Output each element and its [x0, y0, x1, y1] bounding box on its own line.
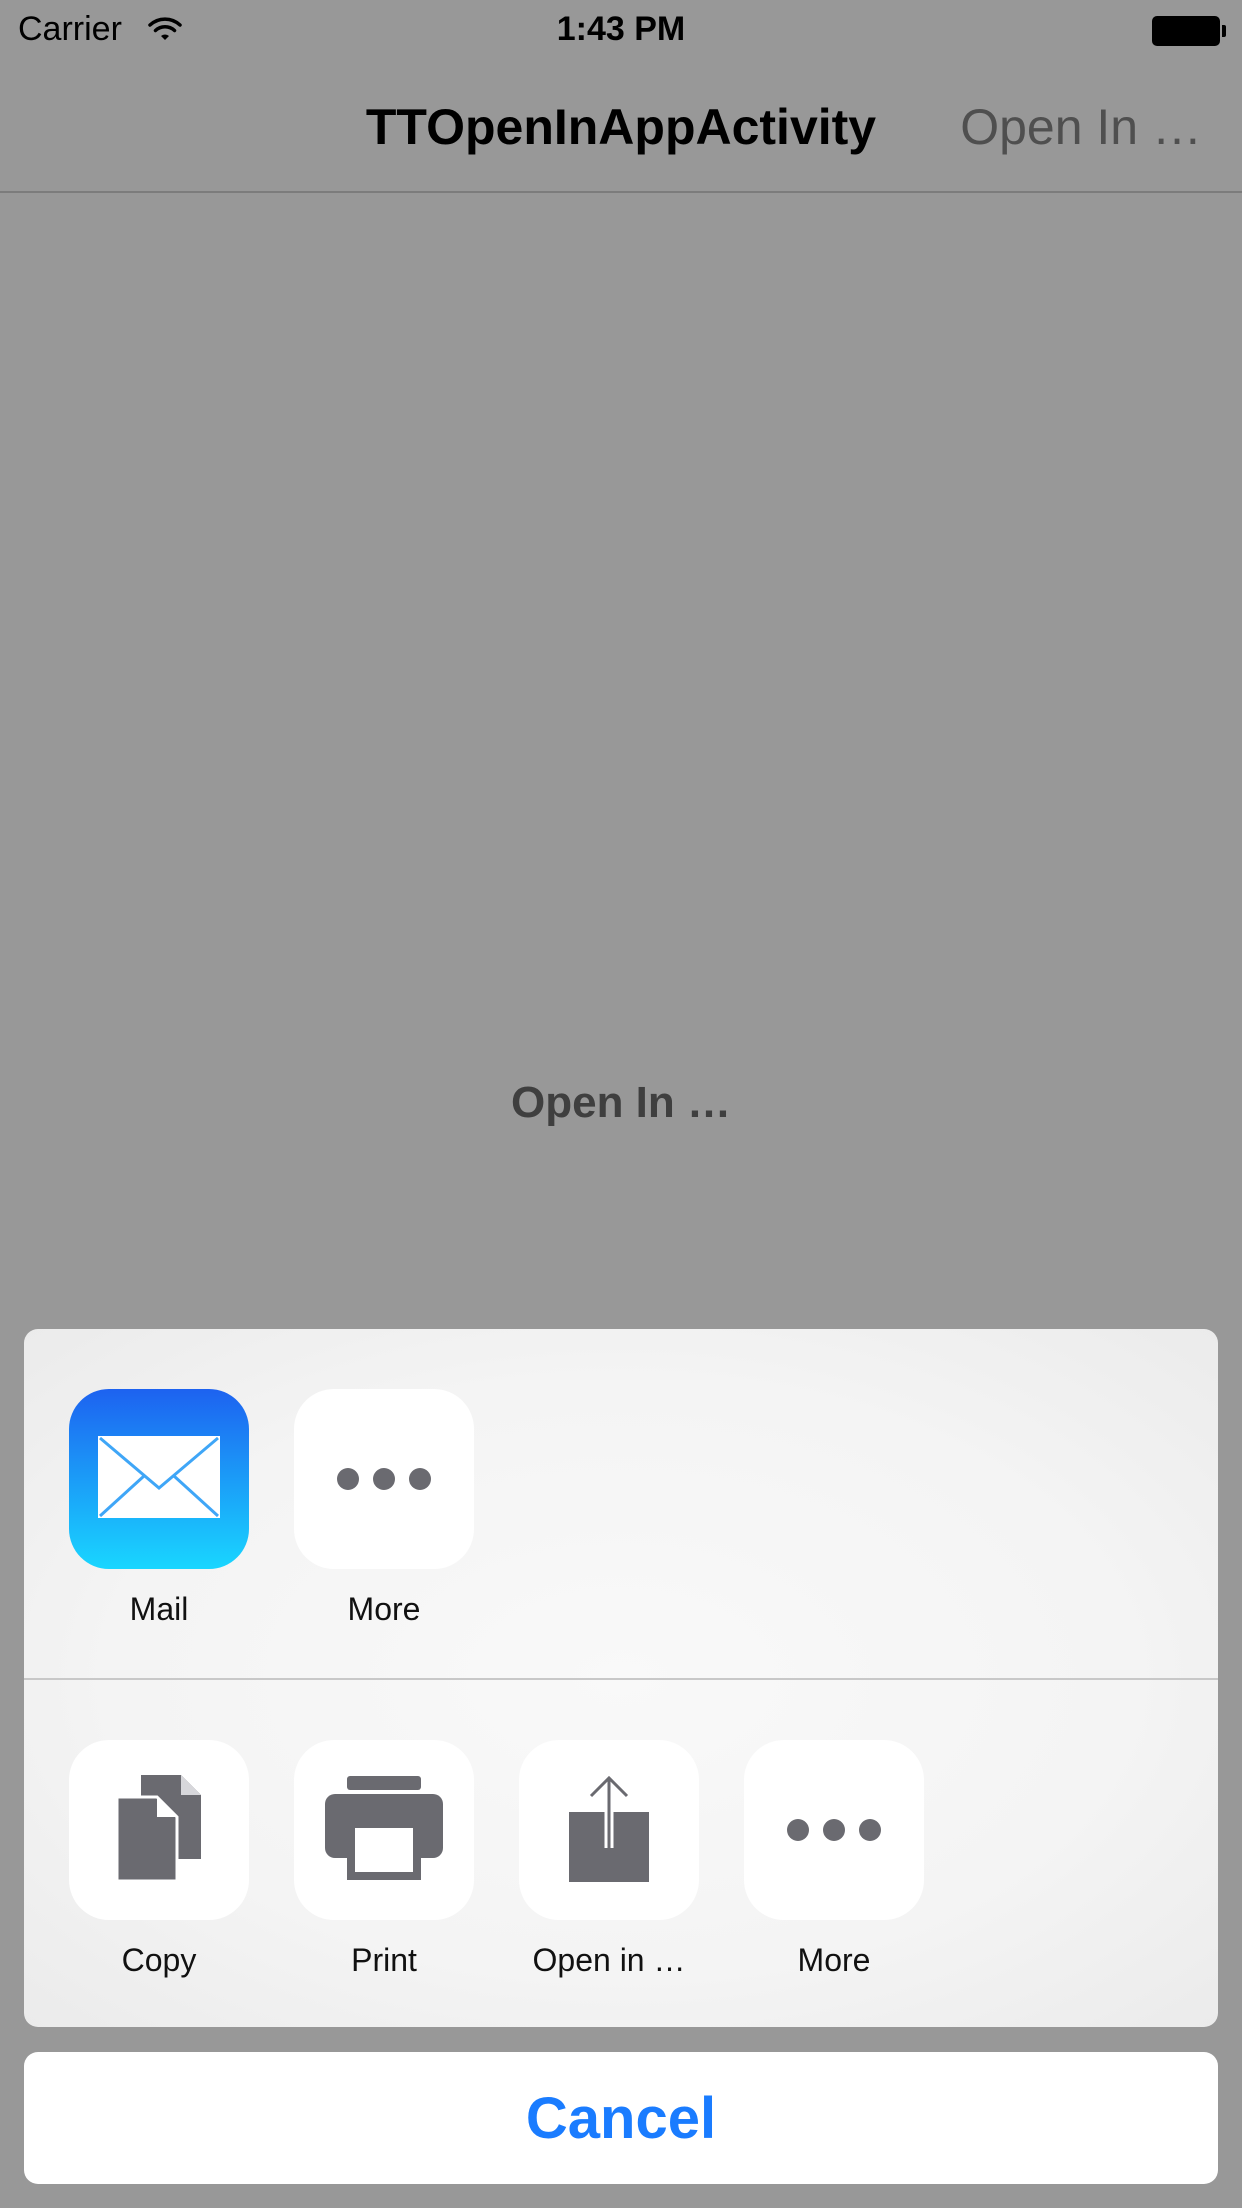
open-in-label: Open in … [532, 1942, 686, 1978]
status-bar: Carrier 1:43 PM [0, 0, 1242, 60]
more-share-label: More [347, 1591, 421, 1627]
copy-tile[interactable] [69, 1740, 249, 1920]
navigation-bar: TTOpenInAppActivity Open In … [0, 60, 1242, 193]
share-row: Mail More [24, 1329, 1218, 1678]
print-icon [325, 1775, 443, 1885]
open-in-tile[interactable] [519, 1740, 699, 1920]
cancel-button[interactable]: Cancel [24, 2052, 1218, 2184]
status-time: 1:43 PM [556, 10, 686, 48]
more-share-tile[interactable] [294, 1389, 474, 1569]
share-upload-icon [569, 1774, 649, 1887]
share-sheet: Mail More Copy Print Open in … More [24, 1329, 1218, 2027]
more-actions-tile[interactable] [744, 1740, 924, 1920]
more-actions-label: More [797, 1942, 871, 1978]
more-dots-icon [787, 1819, 881, 1841]
action-row: Copy Print Open in … More [24, 1680, 1218, 2027]
mail-icon [98, 1435, 220, 1523]
more-dots-icon [337, 1468, 431, 1490]
print-label: Print [351, 1942, 417, 1978]
battery-icon [1152, 16, 1226, 46]
mail-tile[interactable] [69, 1389, 249, 1569]
mail-label: Mail [129, 1591, 189, 1627]
open-in-button[interactable]: Open In … [0, 1078, 1242, 1128]
copy-icon [115, 1774, 201, 1886]
print-tile[interactable] [294, 1740, 474, 1920]
copy-label: Copy [121, 1942, 197, 1978]
open-in-nav-button[interactable]: Open In … [960, 98, 1202, 156]
